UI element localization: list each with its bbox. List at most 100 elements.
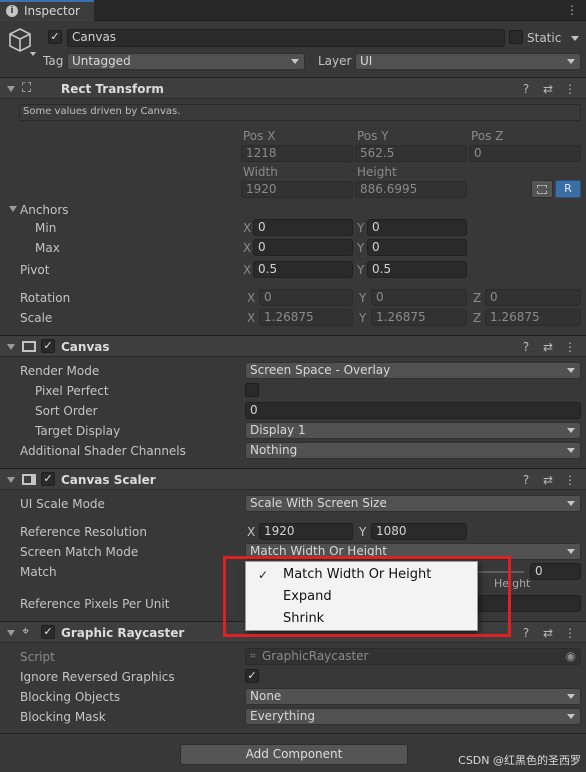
pos-z-label: Pos Z [471,129,504,143]
ignore-reversed-checkbox[interactable]: ✓ [245,669,259,683]
blocking-objects-dropdown[interactable]: None [245,688,581,705]
reference-ppu-label: Reference Pixels Per Unit [20,597,170,611]
pivot-x-field[interactable]: 0.5 [253,261,353,278]
blocking-mask-label: Blocking Mask [20,710,106,724]
foldout-arrow-icon[interactable] [7,630,15,636]
static-checkbox[interactable] [509,30,523,44]
match-value-field[interactable]: 0 [530,563,581,580]
height-field[interactable]: 886.6995 [355,181,467,198]
pixel-perfect-checkbox[interactable] [245,383,259,397]
preset-icon[interactable]: ⇄ [540,339,556,355]
blocking-objects-label: Blocking Objects [20,690,121,704]
divider [0,733,586,734]
more-icon[interactable]: ⋮ [562,339,578,355]
tag-label: Tag [43,54,64,68]
pivot-label: Pivot [20,263,50,277]
more-icon[interactable]: ⋮ [562,81,578,97]
object-name-field[interactable]: Canvas [67,29,505,47]
pos-z-field[interactable]: 0 [469,145,581,162]
canvas-scaler-header[interactable]: ✓ Canvas Scaler ? ⇄ ⋮ [0,468,586,490]
highlight-box [223,556,511,637]
canvas-header[interactable]: ✓ Canvas ? ⇄ ⋮ [0,335,586,357]
foldout-arrow-icon[interactable] [7,344,15,350]
width-field[interactable]: 1920 [241,181,353,198]
tag-dropdown[interactable]: Untagged [67,53,305,70]
script-field: ⌗ GraphicRaycaster ◉ [245,648,581,665]
component-title: Canvas Scaler [61,473,156,487]
help-icon[interactable]: ? [518,339,534,355]
pos-y-field[interactable]: 562.5 [355,145,467,162]
rotation-y-field[interactable]: 0 [371,289,467,306]
canvas-scaler-enabled-checkbox[interactable]: ✓ [41,472,55,486]
target-display-label: Target Display [35,424,121,438]
component-title: Graphic Raycaster [61,626,185,640]
axis-z-label: Z [473,311,482,325]
blueprint-mode-button[interactable] [531,180,553,198]
screen-match-mode-label: Screen Match Mode [20,545,139,559]
anchor-min-x-field[interactable]: 0 [253,219,353,236]
ui-scale-mode-label: UI Scale Mode [20,497,105,511]
axis-y-label: Y [357,241,365,255]
match-label: Match [20,565,57,579]
raw-edit-button[interactable]: R [555,180,581,198]
foldout-arrow-icon[interactable] [7,86,15,92]
more-icon[interactable]: ⋮ [562,472,578,488]
layer-dropdown[interactable]: UI [355,53,581,70]
target-display-dropdown[interactable]: Display 1 [245,422,581,439]
rotation-x-field[interactable]: 0 [259,289,353,306]
anchor-max-x-field[interactable]: 0 [253,239,353,256]
anchor-max-y-field[interactable]: 0 [367,239,467,256]
help-icon[interactable]: ? [518,625,534,641]
rect-transform-header[interactable]: ⛶ Rect Transform ? ⇄ ⋮ [0,77,586,99]
preset-icon[interactable]: ⇄ [540,472,556,488]
sort-order-label: Sort Order [35,404,98,418]
axis-x-label: X [243,241,252,255]
ui-scale-mode-dropdown[interactable]: Scale With Screen Size [245,495,581,512]
axis-y-label: Y [359,291,367,305]
anchor-min-y-field[interactable]: 0 [367,219,467,236]
pivot-y-field[interactable]: 0.5 [367,261,467,278]
sort-order-field[interactable]: 0 [245,402,581,419]
gameobject-icon [6,26,36,56]
reference-x-field[interactable]: 1920 [259,523,353,540]
axis-z-label: Z [473,291,482,305]
rotation-z-field[interactable]: 0 [485,289,581,306]
add-component-button[interactable]: Add Component [180,744,408,765]
object-picker-icon[interactable]: ◉ [566,649,576,664]
render-mode-label: Render Mode [20,364,100,378]
static-dropdown-icon[interactable] [571,36,579,41]
reference-y-field[interactable]: 1080 [371,523,467,540]
render-mode-dropdown[interactable]: Screen Space - Overlay [245,362,581,379]
pos-y-label: Pos Y [357,129,389,143]
more-icon[interactable]: ⋮ [562,625,578,641]
shader-channels-label: Additional Shader Channels [20,444,186,458]
raycaster-enabled-checkbox[interactable]: ✓ [41,625,55,639]
canvas-enabled-checkbox[interactable]: ✓ [41,339,55,353]
blocking-mask-dropdown[interactable]: Everything [245,708,581,725]
tab-menu-icon[interactable]: ⋮ [566,3,578,17]
watermark: CSDN @红黑色的圣西罗 [458,754,581,767]
rotation-label: Rotation [20,291,71,305]
scale-z-field[interactable]: 1.26875 [485,309,581,326]
help-icon[interactable]: ? [518,472,534,488]
axis-x-label: X [243,263,252,277]
scale-x-field[interactable]: 1.26875 [259,309,353,326]
static-label: Static [527,31,562,45]
axis-y-label: Y [357,221,365,235]
script-label: Script [20,650,55,664]
scale-y-field[interactable]: 1.26875 [371,309,467,326]
max-label: Max [35,241,60,255]
active-checkbox[interactable]: ✓ [48,30,62,44]
preset-icon[interactable]: ⇄ [540,625,556,641]
pos-x-field[interactable]: 1218 [241,145,353,162]
foldout-arrow-icon[interactable] [7,477,15,483]
scale-label: Scale [20,311,53,325]
tab-inspector[interactable]: i Inspector [0,0,94,21]
canvas-component-icon [22,341,36,352]
shader-channels-dropdown[interactable]: Nothing [245,442,581,459]
axis-x-label: X [247,291,256,305]
canvas-scaler-icon [22,474,36,485]
help-icon[interactable]: ? [518,81,534,97]
preset-icon[interactable]: ⇄ [540,81,556,97]
anchors-foldout-icon[interactable] [9,206,17,212]
